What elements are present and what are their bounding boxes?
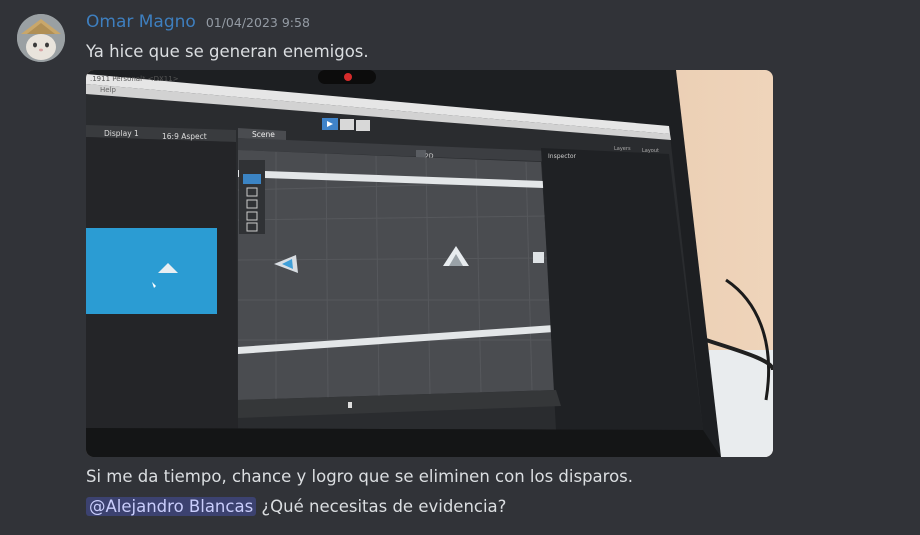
- window-title: .1911 Personal* <DX11>: [90, 75, 179, 83]
- followup-message: Si me da tiempo, chance y logro que se e…: [86, 467, 634, 486]
- menu-help: Help: [100, 86, 117, 94]
- layout-dropdown: Layout: [642, 148, 659, 154]
- image-attachment[interactable]: .1911 Personal* <DX11> Help Display 1 16…: [86, 70, 773, 457]
- mention-message-text: ¿Qué necesitas de evidencia?: [256, 497, 507, 516]
- message-text: Ya hice que se generan enemigos.: [86, 42, 369, 61]
- user-mention[interactable]: @Alejandro Blancas: [86, 497, 257, 516]
- laptop-photo: .1911 Personal* <DX11> Help Display 1 16…: [86, 70, 773, 457]
- username[interactable]: Omar Magno: [86, 12, 196, 32]
- display-dropdown: Display 1: [104, 129, 139, 138]
- timestamp: 01/04/2023 9:58: [205, 15, 310, 30]
- user-avatar[interactable]: [17, 14, 65, 62]
- inspector-tab: Inspector: [548, 153, 577, 160]
- message-header: Omar Magno 01/04/2023 9:58: [86, 12, 310, 38]
- scene-tab: Scene: [252, 130, 275, 139]
- aspect-dropdown: 16:9 Aspect: [162, 132, 207, 141]
- followup-message-mention: @Alejandro Blancas ¿Qué necesitas de evi…: [86, 497, 506, 516]
- cat-with-hat-icon: [17, 14, 65, 62]
- layers-dropdown: Layers: [614, 146, 631, 152]
